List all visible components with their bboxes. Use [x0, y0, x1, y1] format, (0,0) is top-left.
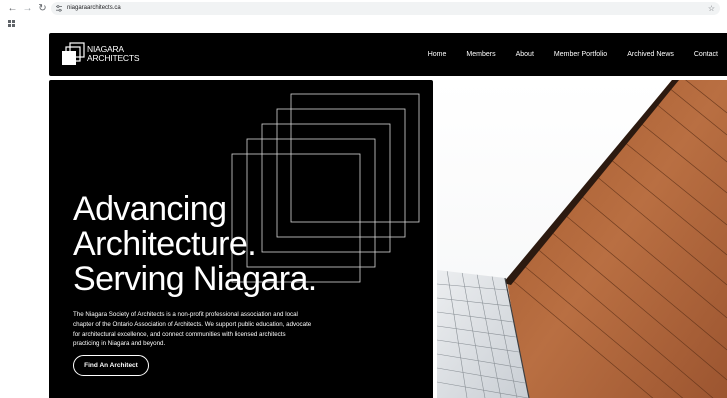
main-nav: Home Members About Member Portfolio Arch… — [428, 33, 727, 76]
nav-members[interactable]: Members — [466, 51, 495, 58]
architecture-photo-image — [437, 80, 727, 398]
forward-icon[interactable]: → — [22, 3, 33, 14]
hero-headline: Advancing Architecture. Serving Niagara. — [73, 192, 317, 297]
hero-photo — [437, 80, 727, 398]
logo-text[interactable]: NIAGARA ARCHITECTS — [87, 45, 140, 63]
address-bar[interactable]: niagaraarchitects.ca ☆ — [51, 2, 720, 15]
find-architect-button[interactable]: Find An Architect — [73, 355, 149, 376]
site-header: NIAGARA ARCHITECTS Home Members About Me… — [49, 33, 727, 76]
logo-line-2: ARCHITECTS — [87, 53, 140, 63]
bookmarks-bar — [0, 17, 727, 30]
url-text: niagaraarchitects.ca — [67, 5, 121, 11]
browser-toolbar: ← → ↻ niagaraarchitects.ca ☆ — [0, 0, 727, 17]
back-icon[interactable]: ← — [7, 3, 18, 14]
site-info-icon[interactable] — [56, 5, 62, 12]
nav-home[interactable]: Home — [428, 51, 447, 58]
nav-member-portfolio[interactable]: Member Portfolio — [554, 51, 607, 58]
logo-mark-icon[interactable] — [61, 42, 85, 67]
hero-description: The Niagara Society of Architects is a n… — [73, 311, 312, 348]
apps-grid-icon[interactable] — [8, 20, 15, 27]
nav-contact[interactable]: Contact — [694, 51, 718, 58]
headline-line-2: Architecture. — [73, 225, 257, 263]
headline-line-1: Advancing — [73, 190, 227, 228]
nav-about[interactable]: About — [516, 51, 534, 58]
star-icon[interactable]: ☆ — [708, 2, 715, 15]
hero-section: Advancing Architecture. Serving Niagara.… — [49, 80, 433, 398]
reload-icon[interactable]: ↻ — [37, 3, 48, 14]
nav-archived-news[interactable]: Archived News — [627, 51, 674, 58]
headline-line-3: Serving Niagara. — [73, 260, 317, 298]
